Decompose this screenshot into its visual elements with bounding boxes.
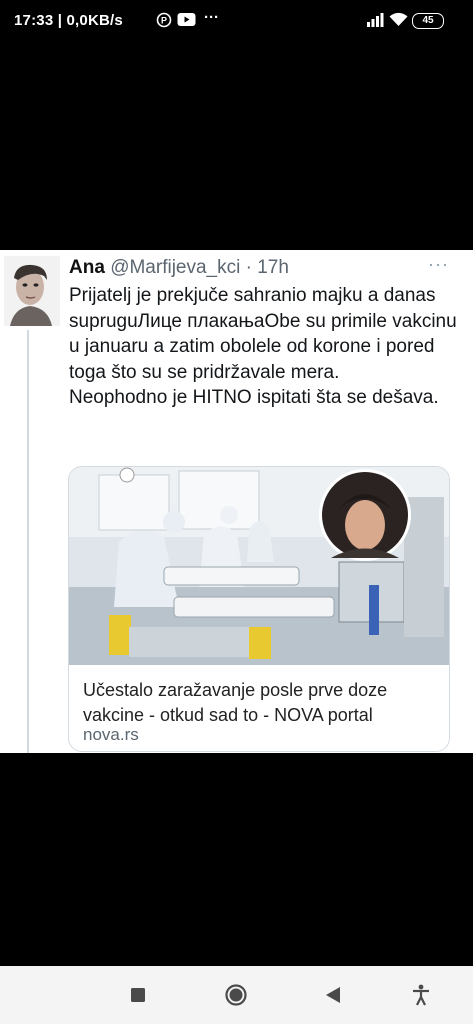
signal-icon <box>367 12 384 31</box>
pinterest-icon: P <box>156 12 172 32</box>
tweet[interactable]: Ana @Marfijeva_kci · 17h ··· Prijatelj j… <box>0 250 473 753</box>
back-triangle-icon[interactable] <box>326 987 340 1008</box>
navigation-bar <box>0 966 473 1024</box>
link-card[interactable]: Učestalo zaražavanje posle prve doze vak… <box>68 466 450 752</box>
card-image <box>69 467 449 665</box>
author-name[interactable]: Ana <box>69 257 105 278</box>
tweet-text-line-2: Neophodno je HITNO ispitati šta se dešav… <box>69 387 439 408</box>
tweet-header: Ana @Marfijeva_kci · 17h <box>69 257 289 279</box>
svg-text:P: P <box>161 16 167 26</box>
status-time-speed: 17:33 | 0,0KB/s <box>14 12 123 29</box>
thread-line <box>27 330 29 753</box>
status-overflow: ··· <box>204 9 219 26</box>
card-domain[interactable]: nova.rs <box>83 725 139 745</box>
youtube-icon <box>177 12 196 31</box>
recents-square-icon[interactable] <box>131 988 145 1007</box>
home-circle-icon[interactable] <box>225 984 247 1011</box>
card-title[interactable]: Učestalo zaražavanje posle prve doze vak… <box>83 678 443 727</box>
battery-icon: 45 <box>412 13 444 29</box>
accessibility-icon[interactable] <box>412 984 430 1011</box>
tweet-text-line-1: Prijatelj je prekjuče sahranio majku a d… <box>69 285 457 383</box>
more-options-icon[interactable]: ··· <box>428 254 449 275</box>
author-handle-time[interactable]: @Marfijeva_kci · 17h <box>110 257 289 278</box>
tweet-text: Prijatelj je prekjuče sahranio majku a d… <box>69 283 464 411</box>
wifi-icon <box>389 12 408 31</box>
avatar[interactable] <box>4 256 60 326</box>
status-bar: 17:33 | 0,0KB/s P ··· 45 <box>0 0 473 42</box>
